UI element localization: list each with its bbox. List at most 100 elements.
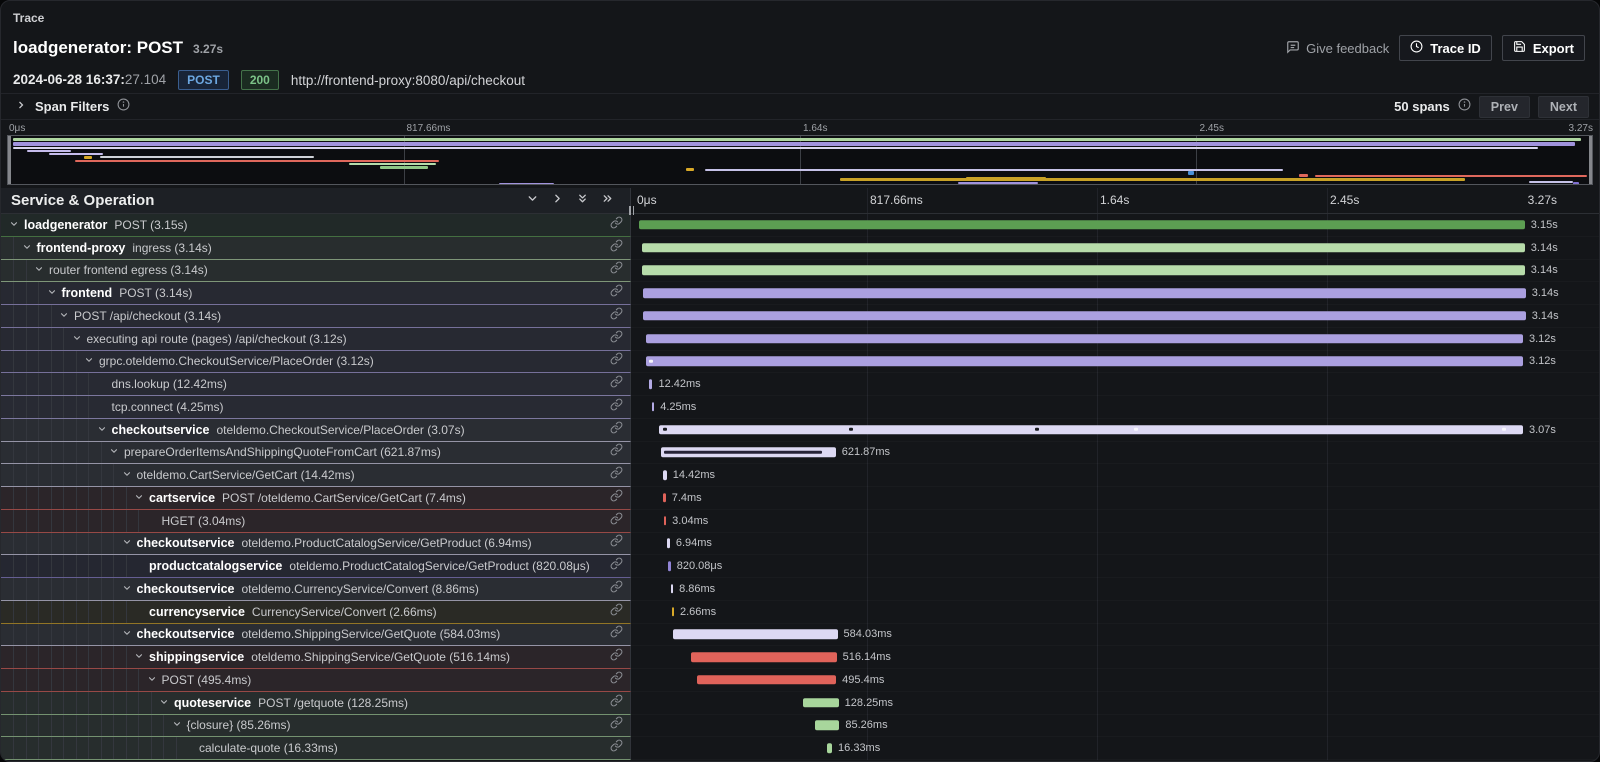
span-bar[interactable] [652, 402, 655, 412]
span-name-cell[interactable]: POST /api/checkout (3.14s) [1, 305, 631, 328]
span-timeline-cell[interactable]: 3.14s [631, 260, 1599, 283]
span-timeline-cell[interactable]: 3.04ms [631, 510, 1599, 533]
chevron-down-icon[interactable] [122, 534, 132, 552]
collapse-all-icon[interactable] [576, 192, 589, 210]
span-name-cell[interactable]: oteldemo.CartService/GetCart (14.42ms) [1, 464, 631, 487]
span-link-icon[interactable] [610, 443, 623, 461]
span-bar[interactable] [663, 493, 666, 503]
span-bar[interactable] [646, 357, 1523, 367]
chevron-down-icon[interactable] [72, 330, 82, 348]
span-timeline-cell[interactable]: 8.86ms [631, 578, 1599, 601]
chevron-down-icon[interactable] [122, 625, 132, 643]
span-name-cell[interactable]: shippingserviceoteldemo.ShippingService/… [1, 646, 631, 669]
span-link-icon[interactable] [610, 375, 623, 393]
span-timeline-cell[interactable]: 12.42ms [631, 373, 1599, 396]
span-timeline-cell[interactable]: 85.26ms [631, 715, 1599, 738]
chevron-down-icon[interactable] [159, 694, 169, 712]
span-link-icon[interactable] [610, 716, 623, 734]
span-name-cell[interactable]: cartservicePOST /oteldemo.CartService/Ge… [1, 487, 631, 510]
span-name-cell[interactable]: grpc.oteldemo.CheckoutService/PlaceOrder… [1, 351, 631, 374]
span-name-cell[interactable]: checkoutserviceoteldemo.CheckoutService/… [1, 419, 631, 442]
span-timeline-cell[interactable]: 3.12s [631, 328, 1599, 351]
span-bar[interactable] [659, 425, 1523, 435]
span-name-cell[interactable]: loadgeneratorPOST (3.15s) [1, 214, 631, 237]
span-name-cell[interactable]: prepareOrderItemsAndShippingQuoteFromCar… [1, 442, 631, 465]
span-name-cell[interactable]: quoteservicePOST /getquote (128.25ms) [1, 692, 631, 715]
span-link-icon[interactable] [610, 421, 623, 439]
span-link-icon[interactable] [610, 557, 623, 575]
span-timeline-cell[interactable]: 4.25ms [631, 396, 1599, 419]
span-link-icon[interactable] [610, 307, 623, 325]
span-link-icon[interactable] [610, 580, 623, 598]
next-button[interactable]: Next [1538, 96, 1589, 118]
span-name-cell[interactable]: checkoutserviceoteldemo.ProductCatalogSe… [1, 533, 631, 556]
column-resize-handle[interactable] [629, 206, 634, 215]
span-name-cell[interactable]: currencyserviceCurrencyService/Convert (… [1, 601, 631, 624]
span-timeline-cell[interactable]: 3.14s [631, 237, 1599, 260]
span-timeline-cell[interactable]: 3.12s [631, 351, 1599, 374]
span-name-cell[interactable]: POST (495.4ms) [1, 669, 631, 692]
span-timeline-cell[interactable]: 495.4ms [631, 669, 1599, 692]
chevron-down-icon[interactable] [9, 216, 19, 234]
span-link-icon[interactable] [610, 216, 623, 234]
span-link-icon[interactable] [610, 512, 623, 530]
span-link-icon[interactable] [610, 534, 623, 552]
collapse-one-icon[interactable] [526, 192, 539, 210]
span-bar[interactable] [646, 334, 1523, 344]
span-timeline-cell[interactable]: 6.94ms [631, 533, 1599, 556]
span-timeline-cell[interactable]: 3.14s [631, 305, 1599, 328]
span-bar[interactable] [673, 630, 838, 640]
span-link-icon[interactable] [610, 261, 623, 279]
minimap-drag-handle[interactable] [8, 136, 11, 184]
trace-id-button[interactable]: Trace ID [1399, 35, 1492, 61]
span-timeline-cell[interactable]: 516.14ms [631, 646, 1599, 669]
span-bar[interactable] [697, 675, 836, 685]
span-link-icon[interactable] [610, 398, 623, 416]
span-name-cell[interactable]: executing api route (pages) /api/checkou… [1, 328, 631, 351]
span-bar[interactable] [649, 379, 652, 389]
span-name-cell[interactable]: {closure} (85.26ms) [1, 715, 631, 738]
span-bar[interactable] [661, 448, 836, 458]
span-name-cell[interactable]: HGET (3.04ms) [1, 510, 631, 533]
span-bar[interactable] [803, 698, 839, 708]
chevron-down-icon[interactable] [34, 261, 44, 279]
span-link-icon[interactable] [610, 352, 623, 370]
span-link-icon[interactable] [610, 648, 623, 666]
span-name-cell[interactable]: frontendPOST (3.14s) [1, 282, 631, 305]
span-bar[interactable] [827, 743, 832, 753]
span-link-icon[interactable] [610, 694, 623, 712]
chevron-down-icon[interactable] [122, 466, 132, 484]
minimap-drag-handle[interactable] [1589, 136, 1592, 184]
span-bar[interactable] [671, 584, 674, 594]
chevron-down-icon[interactable] [59, 307, 69, 325]
span-bar[interactable] [663, 470, 667, 480]
span-link-icon[interactable] [610, 330, 623, 348]
chevron-down-icon[interactable] [97, 421, 107, 439]
span-link-icon[interactable] [610, 625, 623, 643]
span-timeline-cell[interactable]: 820.08μs [631, 555, 1599, 578]
span-timeline-cell[interactable]: 3.15s [631, 214, 1599, 237]
chevron-down-icon[interactable] [47, 284, 57, 302]
chevron-down-icon[interactable] [134, 489, 144, 507]
chevron-down-icon[interactable] [22, 239, 32, 257]
chevron-down-icon[interactable] [109, 443, 119, 461]
span-bar[interactable] [639, 220, 1525, 230]
span-bar[interactable] [691, 652, 836, 662]
span-bar[interactable] [643, 288, 1525, 298]
minimap-canvas[interactable] [7, 135, 1593, 185]
trace-minimap[interactable]: 0μs817.66ms1.64s2.45s3.27s [1, 120, 1599, 188]
give-feedback-link[interactable]: Give feedback [1286, 40, 1389, 57]
export-button[interactable]: Export [1502, 35, 1585, 61]
span-filters-toggle[interactable]: Span Filters [15, 98, 130, 116]
chevron-down-icon[interactable] [122, 580, 132, 598]
span-link-icon[interactable] [610, 239, 623, 257]
chevron-down-icon[interactable] [134, 648, 144, 666]
span-name-cell[interactable]: frontend-proxyingress (3.14s) [1, 237, 631, 260]
span-link-icon[interactable] [610, 489, 623, 507]
expand-one-icon[interactable] [551, 192, 564, 210]
span-bar[interactable] [672, 607, 675, 617]
span-bar[interactable] [642, 266, 1525, 276]
span-link-icon[interactable] [610, 739, 623, 757]
span-link-icon[interactable] [610, 671, 623, 689]
span-timeline-cell[interactable]: 3.14s [631, 282, 1599, 305]
